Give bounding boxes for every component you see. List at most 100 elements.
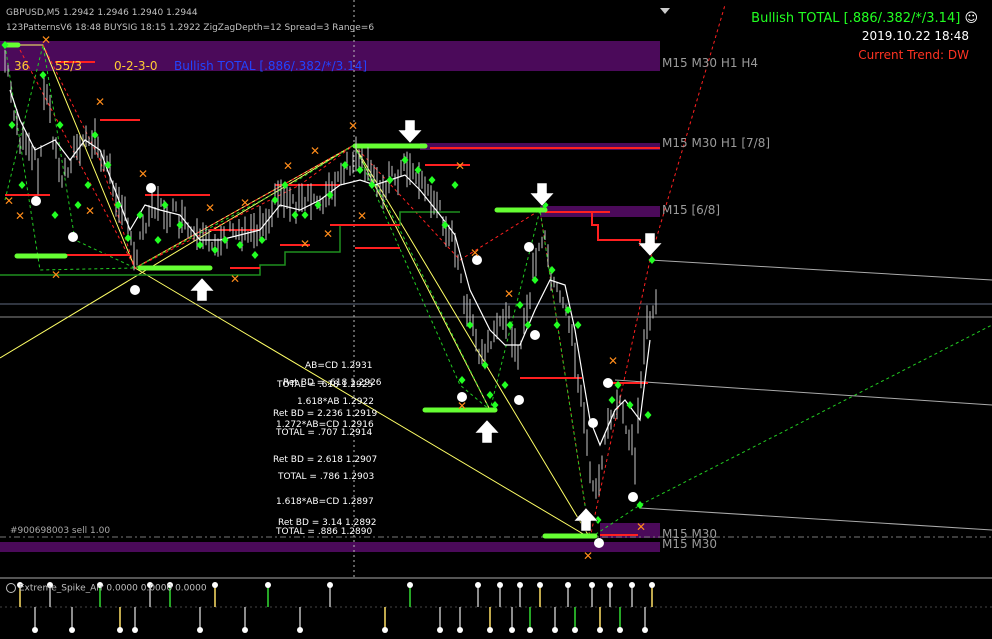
signal-diamond [56, 121, 64, 129]
spike-dot [497, 582, 503, 588]
x-mark-icon: ✕ [283, 159, 294, 173]
top-number-b: 55/3 [55, 59, 82, 73]
signal-diamond [251, 251, 259, 259]
buy-sell-arrows [189, 119, 663, 532]
top-number-a: 36 [14, 59, 30, 73]
fib-label: 1.618*AB=CD 1.2897 [276, 497, 374, 507]
x-mark-icon: ✕ [41, 33, 52, 47]
signal-diamond [196, 241, 204, 249]
fib-label: AB=CD 1.2931 [305, 361, 373, 371]
signal-diamond [626, 401, 634, 409]
x-mark-icon: ✕ [636, 520, 647, 534]
pivot-dot [130, 285, 140, 295]
symbol-header: GBPUSD,M5 1.2942 1.2946 1.2940 1.2944 [6, 8, 198, 18]
indicator-subwindow[interactable]: Extreme_Spike_Arr 0.0000 0.0000 0.0000 [0, 579, 992, 639]
signal-diamond [154, 236, 162, 244]
signal-diamond [124, 234, 132, 242]
signal-diamond [271, 196, 279, 204]
signal-diamond [211, 246, 219, 254]
signal-diamond [608, 396, 616, 404]
spike-dot [589, 582, 595, 588]
spike-dot [629, 582, 635, 588]
signal-diamond [466, 321, 474, 329]
signal-diamond [91, 131, 99, 139]
price-chart-canvas[interactable] [0, 0, 992, 578]
indicator-header: 123PatternsV6 18:48 BUYSIG 18:15 1.2922 … [6, 23, 375, 33]
signal-diamond [74, 201, 82, 209]
sell-arrow-2 [529, 182, 555, 207]
green-dashed-3 [4, 44, 491, 411]
collapse-triangle-icon[interactable] [660, 8, 670, 14]
signal-diamond [501, 381, 509, 389]
spike-dot [382, 627, 388, 633]
signal-diamond [301, 211, 309, 219]
settings-circle-icon[interactable] [6, 583, 16, 593]
x-mark-icon: ✕ [457, 399, 468, 413]
zone-label-h4: M15 M30 H1 H4 [662, 56, 759, 70]
x-mark-icon: ✕ [138, 167, 149, 181]
bullish-banner-right: Bullish TOTAL [.886/.382/*/3.14] ☺ [751, 11, 978, 26]
x-mark-icon: ✕ [240, 196, 251, 210]
spike-dot [197, 627, 203, 633]
signal-diamond [428, 176, 436, 184]
fib-label: TOTAL = .707 1.2914 [276, 428, 373, 438]
spike-dot [607, 582, 613, 588]
spike-dot [572, 627, 578, 633]
signal-diamond [39, 71, 47, 79]
signal-diamond [8, 121, 16, 129]
signal-diamond [486, 391, 494, 399]
signal-diamond [451, 181, 459, 189]
spike-dot [437, 627, 443, 633]
signal-diamond [291, 211, 299, 219]
zone-m15-m30-b [0, 542, 660, 552]
buy-arrow-3 [573, 507, 599, 532]
spike-dot [527, 627, 533, 633]
signal-diamond [574, 321, 582, 329]
x-mark-icon: ✕ [230, 272, 241, 286]
spike-dot [457, 627, 463, 633]
fib-label: Ret BD = 2.618 1.2907 [273, 455, 378, 465]
spike-dot [265, 582, 271, 588]
x-mark-icon: ✕ [357, 209, 368, 223]
price-chart[interactable]: ✕ ✕ ✕ ✕ ✕ ✕ ✕ ✕ ✕ ✕ ✕ ✕ ✕ ✕ ✕ ✕ ✕ ✕ ✕ ✕ … [0, 0, 992, 578]
pivot-dot [530, 330, 540, 340]
spike-dot [242, 627, 248, 633]
spike-dot [617, 627, 623, 633]
channel-line-1 [649, 259, 992, 281]
sell-arrow-1 [397, 119, 423, 144]
spike-dot [537, 582, 543, 588]
x-mark-icon: ✕ [15, 209, 26, 223]
spike-dot [132, 627, 138, 633]
pivot-dot [68, 232, 78, 242]
zone-label-m15-m30-b: M15 M30 [662, 537, 718, 551]
fib-label: 1.618*AB 1.2922 [297, 397, 374, 407]
zone-label-6-8: M15 [6/8] [662, 203, 721, 217]
bullish-banner-left: Bullish TOTAL [.886/.382/*/3.14] [174, 59, 368, 73]
signal-diamond [386, 176, 394, 184]
top-number-c: 0-2-3-0 [114, 59, 158, 73]
red-dashed-2 [42, 44, 355, 269]
spike-dot [642, 627, 648, 633]
x-mark-icon: ✕ [205, 201, 216, 215]
x-mark-icon: ✕ [4, 194, 15, 208]
signal-diamond [51, 211, 59, 219]
channel-line-2 [614, 379, 992, 406]
spike-dot [475, 582, 481, 588]
signal-diamond [648, 256, 656, 264]
pivot-dot [603, 378, 613, 388]
x-mark-icon: ✕ [300, 237, 311, 251]
buy-arrow-1 [189, 277, 215, 302]
bullish-banner-right-text: Bullish TOTAL [.886/.382/*/3.14] [751, 11, 961, 26]
spike-dot [407, 582, 413, 588]
zone-label-7-8: M15 M30 H1 [7/8] [662, 136, 771, 150]
fib-label: TOTAL = .786 1.2903 [278, 472, 375, 482]
pivot-dot [588, 418, 598, 428]
subwindow-label: Extreme_Spike_Arr 0.0000 0.0000 0.0000 [6, 583, 207, 594]
spike-dot [212, 582, 218, 588]
pivot-dot [31, 196, 41, 206]
spike-dot [487, 627, 493, 633]
pivot-dot [594, 538, 604, 548]
x-mark-icon: ✕ [348, 119, 359, 133]
signal-diamond [553, 321, 561, 329]
order-label[interactable]: #900698003 sell 1.00 [10, 526, 110, 536]
